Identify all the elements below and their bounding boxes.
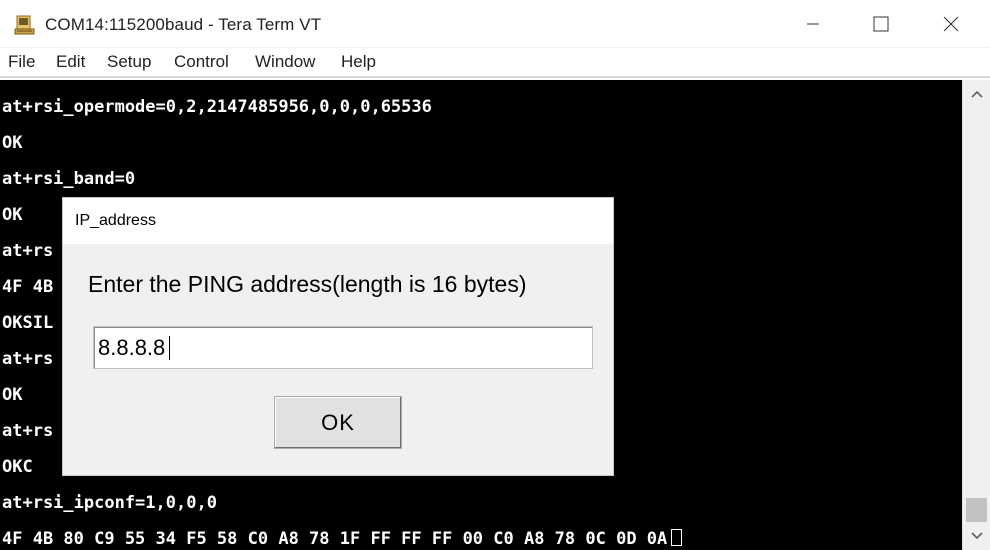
terminal-line: at+rs [2, 421, 54, 441]
terminal-cursor [671, 529, 683, 546]
terminal-line: at+rsi_ipconf=1,0,0,0 [2, 493, 217, 513]
terminal-line: at+rsi_opermode=0,2,2147485956,0,0,0,655… [2, 97, 432, 117]
chevron-down-icon [971, 532, 983, 540]
terminal-line: at+rs [2, 349, 54, 369]
tera-term-app-icon[interactable] [14, 14, 36, 36]
menu-setup[interactable]: Setup [107, 52, 151, 72]
terminal-line: OKSIL [2, 313, 54, 333]
dialog-title: IP_address [75, 212, 156, 229]
dialog-titlebar[interactable]: IP_address [63, 198, 613, 244]
dialog-prompt: Enter the PING address(length is 16 byte… [88, 271, 527, 297]
menu-help[interactable]: Help [341, 52, 376, 72]
ping-address-value: 8.8.8.8 [98, 335, 166, 360]
terminal-line: 4F 4B [2, 277, 54, 297]
close-button[interactable] [928, 0, 974, 48]
text-caret [169, 336, 170, 360]
minimize-icon [807, 23, 819, 25]
close-icon [943, 16, 959, 32]
ping-address-input[interactable]: 8.8.8.8 [93, 326, 593, 369]
terminal-line: at+rs [2, 241, 54, 261]
menu-bar: File Edit Setup Control Window Help [0, 48, 990, 78]
menu-window[interactable]: Window [255, 52, 315, 72]
vertical-scrollbar[interactable] [962, 80, 990, 550]
window-titlebar[interactable]: COM14:115200baud - Tera Term VT [0, 0, 990, 48]
window-title: COM14:115200baud - Tera Term VT [45, 15, 322, 34]
scroll-up-button[interactable] [963, 82, 990, 106]
scroll-thumb[interactable] [966, 498, 987, 522]
scroll-down-button[interactable] [963, 524, 990, 548]
terminal-last-line: 4F 4B 80 C9 55 34 F5 58 C0 A8 78 1F FF F… [2, 521, 683, 550]
ip-address-dialog: IP_address Enter the PING address(length… [62, 197, 614, 476]
terminal-line: OKC [2, 457, 33, 477]
minimize-button[interactable] [790, 0, 836, 48]
ok-button[interactable]: OK [274, 396, 402, 449]
terminal-line: OK [2, 205, 23, 225]
menu-edit[interactable]: Edit [56, 52, 85, 72]
terminal-line: at+rsi_band=0 [2, 169, 136, 189]
terminal-line: 4F 4B 80 C9 55 34 F5 58 C0 A8 78 1F FF F… [2, 529, 668, 549]
maximize-icon [873, 16, 889, 32]
terminal-line: OK [2, 133, 23, 153]
menu-control[interactable]: Control [174, 52, 229, 72]
maximize-button[interactable] [858, 0, 904, 48]
chevron-up-icon [971, 90, 983, 98]
menu-file[interactable]: File [8, 52, 35, 72]
terminal-line: OK [2, 385, 23, 405]
